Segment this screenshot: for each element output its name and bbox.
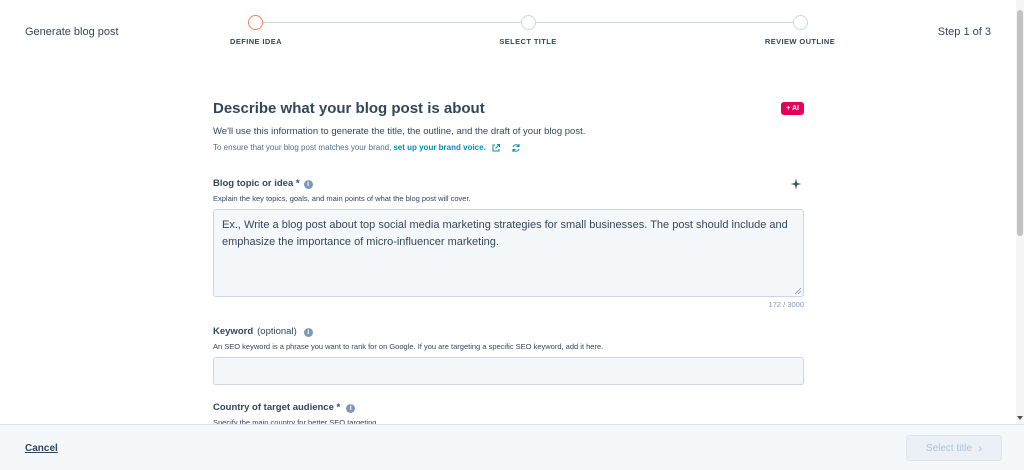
- brand-voice-prefix: To ensure that your blog post matches yo…: [213, 143, 392, 152]
- topic-field: Blog topic or idea * i Explain the key t…: [213, 178, 804, 309]
- chevron-right-icon: ›: [978, 441, 983, 455]
- topic-textarea[interactable]: Ex., Write a blog post about top social …: [213, 209, 804, 297]
- step-label-select-title: SELECT TITLE: [499, 37, 557, 46]
- keyword-label-row: Keyword (optional) i: [213, 326, 804, 338]
- keyword-label: Keyword: [213, 326, 254, 337]
- topic-label: Blog topic or idea *: [213, 178, 300, 189]
- topic-help: Explain the key topics, goals, and main …: [213, 194, 471, 203]
- intro-text: We'll use this information to generate t…: [213, 126, 586, 137]
- keyword-input[interactable]: [213, 357, 804, 385]
- step-counter: Step 1 of 3: [937, 26, 991, 38]
- form-content: Describe what your blog post is about + …: [213, 100, 804, 428]
- info-icon[interactable]: i: [303, 327, 313, 337]
- external-link-icon[interactable]: [491, 143, 501, 153]
- keyword-help: An SEO keyword is a phrase you want to r…: [213, 342, 604, 351]
- step-dot-review-outline: [793, 15, 808, 30]
- step-dot-select-title: [521, 15, 536, 30]
- topic-label-row: Blog topic or idea * i: [213, 178, 804, 190]
- char-count: 172 / 3000: [768, 300, 804, 309]
- country-label-row: Country of target audience * i: [213, 402, 804, 414]
- step-dot-define-idea: [248, 15, 263, 30]
- stepper-connector: [262, 22, 521, 23]
- header: Generate blog post DEFINE IDEA SELECT TI…: [0, 0, 1016, 64]
- cancel-button[interactable]: Cancel: [25, 443, 58, 454]
- step-label-review-outline: REVIEW OUTLINE: [764, 37, 836, 46]
- select-title-label: Select title: [925, 442, 973, 454]
- resize-grip-icon[interactable]: [795, 288, 801, 294]
- brand-voice-line: To ensure that your blog post matches yo…: [213, 142, 804, 153]
- vertical-scrollbar[interactable]: [1016, 0, 1024, 424]
- footer-bar: Cancel Select title ›: [0, 424, 1024, 470]
- topic-placeholder: Ex., Write a blog post about top social …: [222, 219, 788, 248]
- keyword-optional: (optional): [257, 326, 297, 337]
- info-icon[interactable]: i: [303, 179, 313, 189]
- stepper-connector: [535, 22, 794, 23]
- stepper: DEFINE IDEA SELECT TITLE REVIEW OUTLINE: [0, 0, 1016, 64]
- brand-voice-link[interactable]: set up your brand voice.: [393, 142, 485, 153]
- form-title: Describe what your blog post is about: [213, 100, 485, 117]
- scrollbar-thumb[interactable]: [1017, 10, 1023, 236]
- scroll-down-icon[interactable]: [1017, 416, 1023, 420]
- sparkle-icon[interactable]: [790, 178, 802, 190]
- info-icon[interactable]: i: [346, 403, 356, 413]
- refresh-icon[interactable]: [511, 143, 521, 153]
- country-label: Country of target audience *: [213, 402, 341, 413]
- keyword-field: Keyword (optional) i An SEO keyword is a…: [213, 326, 804, 385]
- ai-badge: + AI: [781, 102, 804, 115]
- step-label-define-idea: DEFINE IDEA: [230, 37, 282, 46]
- select-title-button[interactable]: Select title ›: [906, 435, 1002, 461]
